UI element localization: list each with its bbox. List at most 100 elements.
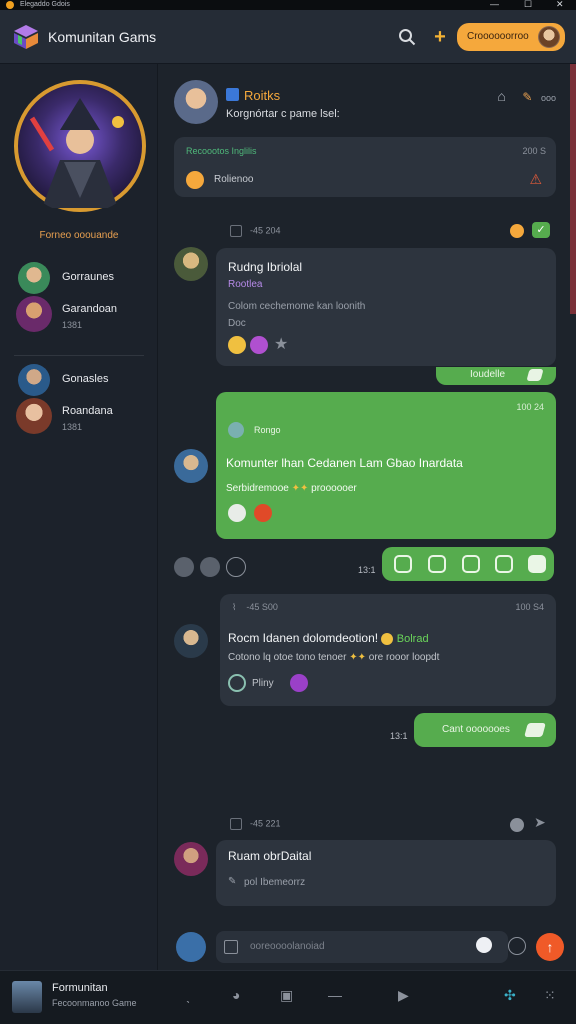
sidebar-item[interactable]: Gonasles (16, 362, 156, 400)
message-time: -45 221 (250, 818, 281, 829)
avatar[interactable] (174, 449, 208, 483)
home-icon[interactable]: ⌂ (497, 88, 505, 104)
sidebar-item[interactable]: Roandana 1381 (16, 398, 156, 436)
app-icon (6, 1, 14, 9)
sidebar-item-label: Gorraunes (62, 271, 114, 283)
play-icon[interactable]: ▶ (398, 987, 409, 1004)
minus-icon[interactable]: — (328, 987, 342, 1003)
os-window-title: Elegaddo Gdois (20, 1, 70, 8)
room-actions: ⌂ ✎ ooo (497, 88, 556, 104)
check-icon[interactable]: ✓ (532, 222, 550, 238)
close-icon[interactable]: ✕ (556, 0, 564, 10)
divider (14, 355, 144, 356)
message-text: Colom cechemome kan loonith (228, 301, 366, 312)
message-bubble[interactable]: 100 24 Rongo Komunter lhan Cedanen Lam G… (216, 392, 556, 539)
reply-icon (526, 369, 544, 381)
avatar[interactable] (174, 247, 208, 281)
message-meta: -45 221 (230, 818, 281, 830)
sidebar-item[interactable]: Garandoan 1381 (16, 296, 156, 334)
search-icon[interactable] (398, 28, 416, 46)
emoji-smile-icon[interactable] (228, 336, 246, 354)
minimize-icon[interactable]: — (490, 0, 499, 9)
message-bubble[interactable]: Rudng Ibriolal Rootlea Colom cechemome k… (216, 248, 556, 366)
reply-icon (524, 723, 546, 737)
maximize-icon[interactable]: ☐ (524, 0, 532, 10)
message-text-b: ore rooor loopdt (368, 652, 440, 663)
message-text: Doc (228, 318, 246, 329)
pin-icon[interactable]: ✎ (522, 90, 532, 104)
clock-icon[interactable] (510, 818, 524, 832)
emoji-face-icon[interactable] (228, 504, 246, 522)
frame-icon[interactable] (462, 555, 480, 573)
message-input[interactable]: ooreoooolanoiad (216, 931, 508, 963)
emoji-angry-icon[interactable] (254, 504, 272, 522)
sidebar-item-label: Roandana (62, 405, 113, 417)
message-time: 100 S4 (515, 602, 544, 612)
pinned-card[interactable]: Recoootos Inglilis 200 S Rolienoo ⚠ (174, 137, 556, 197)
refresh-icon[interactable] (428, 555, 446, 573)
sidebar-item-label: Garandoan (62, 303, 118, 315)
avatar (16, 398, 52, 434)
attach-image-icon[interactable] (176, 932, 206, 962)
strip-time: 13:1 (358, 565, 376, 575)
emoji-icon[interactable] (508, 937, 526, 955)
hero-portrait[interactable] (12, 78, 148, 214)
calendar-icon (230, 225, 242, 237)
game-icon[interactable]: ✣ (504, 987, 516, 1004)
avatar (538, 26, 560, 48)
pinned-text: Rolienoo (214, 174, 254, 185)
tool-strip (382, 547, 554, 581)
globe-icon[interactable]: ◕ (232, 987, 240, 1003)
avatar (18, 262, 50, 294)
message-title-tag: Bolrad (396, 633, 429, 645)
message-tag: Rootlea (228, 279, 263, 290)
react-icon[interactable] (510, 224, 524, 238)
reply-time: 13:1 (390, 731, 408, 741)
grid-icon[interactable]: ⁙ (544, 987, 556, 1004)
share-icon[interactable] (228, 674, 246, 692)
link-icon[interactable] (394, 555, 412, 573)
avatar[interactable] (174, 624, 208, 658)
reply-pill[interactable]: Cant ooooooes (414, 713, 556, 747)
tag-icon (228, 422, 244, 438)
message-tag: Rongo (254, 425, 281, 435)
avatar[interactable] (174, 80, 218, 124)
send-arrow-icon[interactable]: ➤ (534, 814, 546, 831)
app-title: Komunitan Gams (48, 29, 157, 45)
message-title: Komunter lhan Cedanen Lam Gbao Inardata (226, 456, 463, 470)
profile-button[interactable]: Croooooorroo (457, 23, 565, 51)
send-button[interactable]: ↑ (536, 933, 564, 961)
os-title-bar: Elegaddo Gdois — ☐ ✕ (0, 0, 576, 10)
message-text: Serbidremooe ✦✦ proooooer (226, 483, 357, 494)
save-icon[interactable] (495, 555, 513, 573)
reply-pill[interactable]: Ioudelle (436, 367, 556, 385)
sidebar-item[interactable]: Gorraunes (16, 260, 156, 298)
avatar[interactable] (12, 981, 42, 1013)
reply-icon[interactable] (528, 555, 546, 573)
alert-icon[interactable]: ⚠ (529, 171, 542, 188)
emoji-devil-icon[interactable] (250, 336, 268, 354)
message-time: 100 24 (516, 402, 544, 412)
file-icon[interactable] (224, 940, 238, 954)
profile-button-label: Croooooorroo (467, 31, 529, 42)
tag-icon[interactable] (476, 937, 492, 953)
attach-icon: ⌇ (232, 602, 237, 612)
bag-icon[interactable]: ▣ (280, 987, 293, 1004)
back-icon[interactable]: ˎ (186, 987, 191, 1003)
message-bubble[interactable]: Ruam obrDaital ✎ pol Ibemeorrz (216, 840, 556, 906)
mic-icon[interactable] (174, 557, 194, 577)
message-bubble[interactable]: ⌇ -45 S00 100 S4 Rocm Idanen dolomdeotion… (220, 594, 556, 706)
star-icon[interactable]: ★ (274, 334, 288, 354)
user-icon[interactable] (200, 557, 220, 577)
pinned-dot-icon (186, 171, 204, 189)
comment-icon[interactable] (226, 557, 246, 577)
add-icon[interactable]: + (430, 27, 450, 47)
avatar[interactable] (174, 842, 208, 876)
message-text: Cotono lq otoe tono tenoer ✦✦ ore rooor … (228, 652, 439, 663)
room-name: Roitks (244, 88, 281, 103)
background-edge (570, 64, 576, 314)
message-text-a: Serbidremooe (226, 483, 289, 494)
room-header: Roitks Korgnórtar c pame lsel: ⌂ ✎ ooo (174, 78, 564, 126)
logo-icon (14, 25, 38, 49)
emoji-devil-icon[interactable] (290, 674, 308, 692)
